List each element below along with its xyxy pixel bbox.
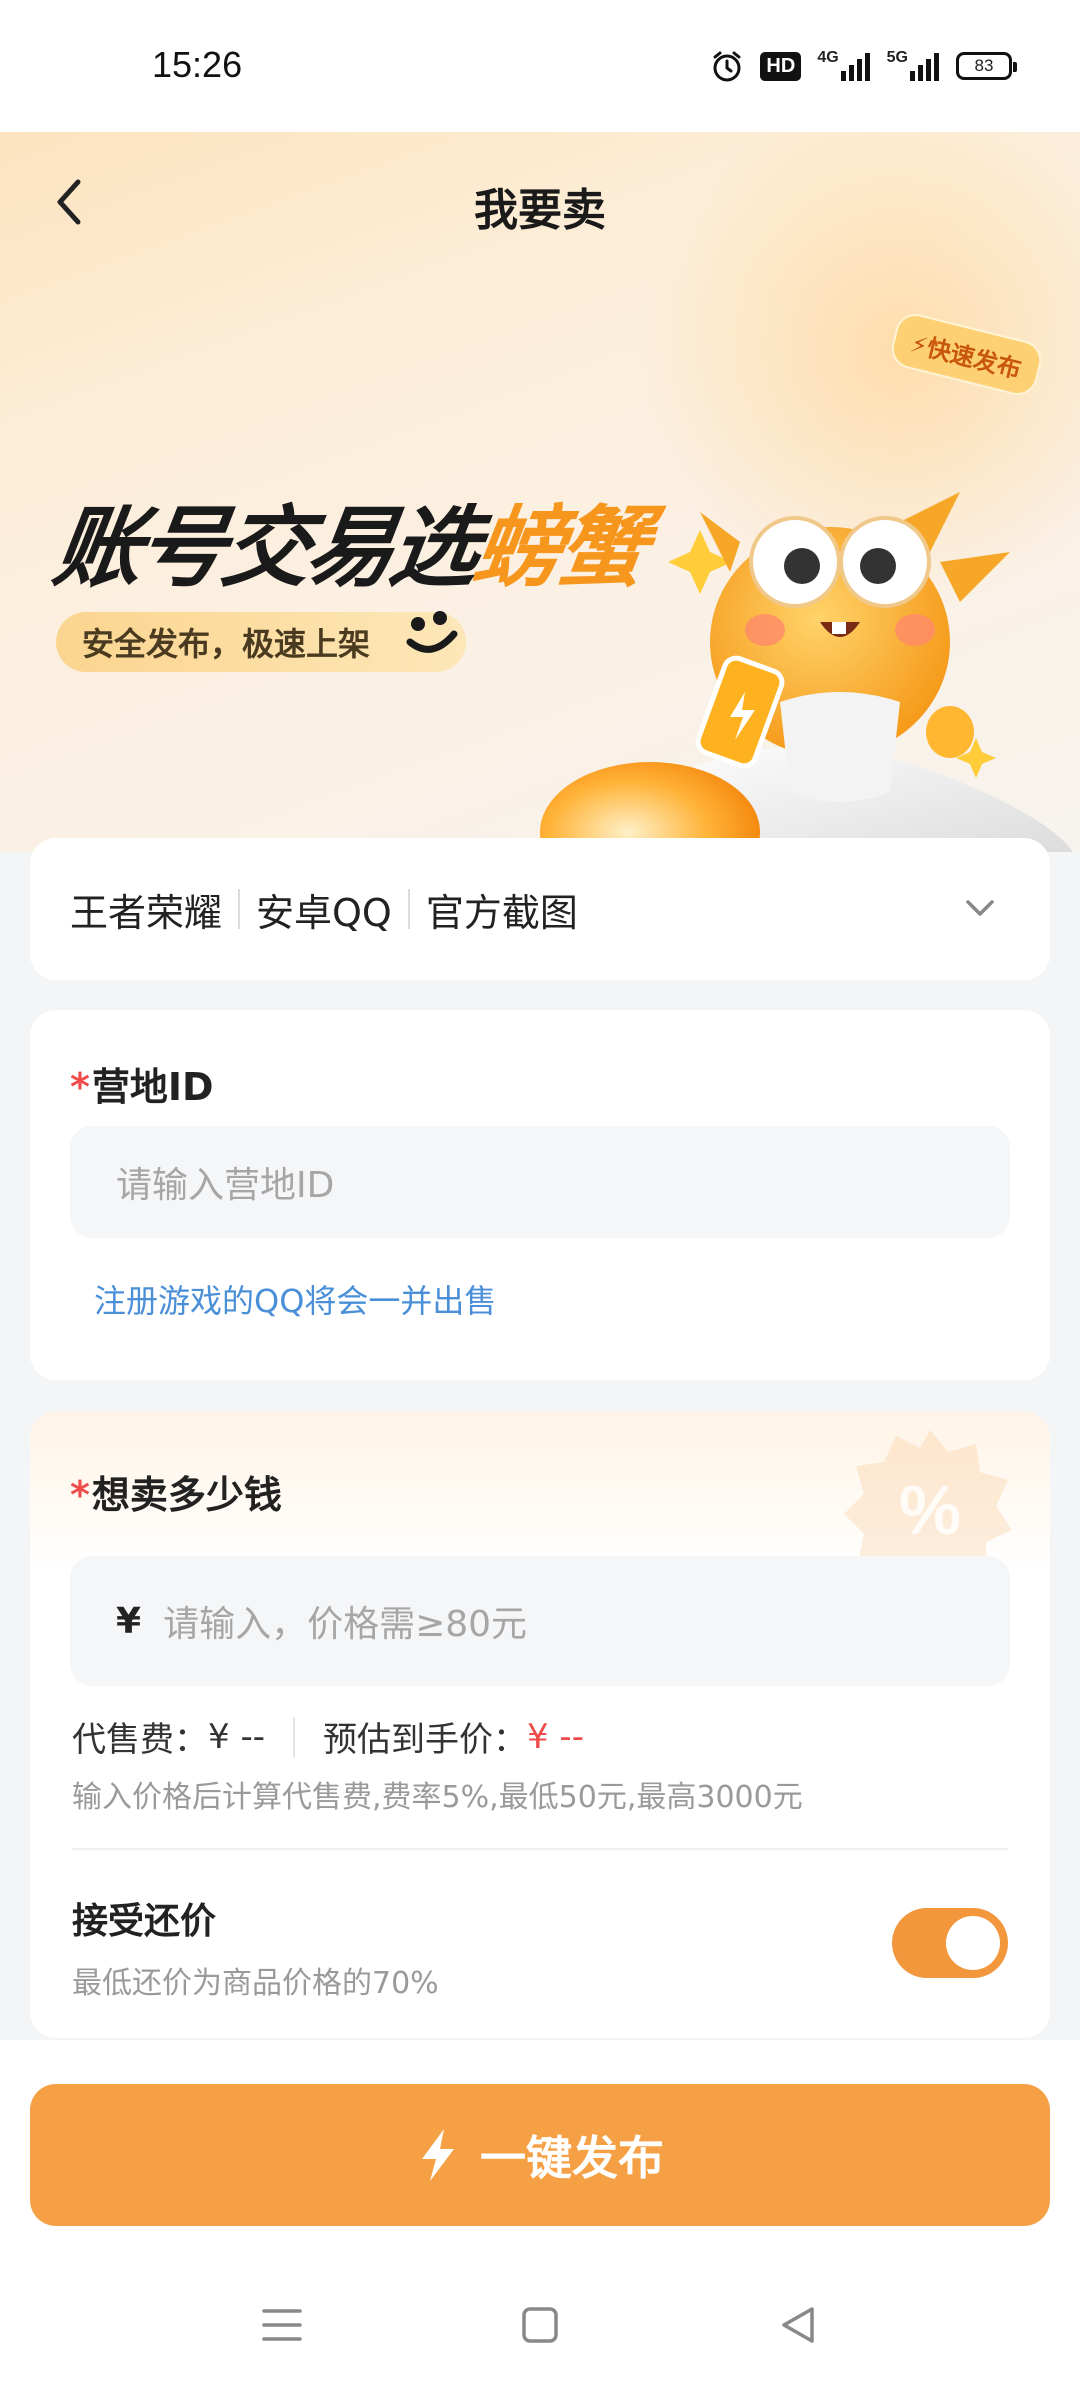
fee-value: ¥ -- [208, 1716, 265, 1757]
tagline-text: 安全发布，极速上架 [82, 625, 371, 663]
publish-button[interactable]: 一键发布 [30, 2084, 1050, 2226]
menu-icon [262, 2309, 302, 2341]
divider [238, 889, 241, 929]
battery-icon: 83 [956, 46, 1017, 86]
receive-label: 预估到手价： [322, 1720, 527, 1760]
price-placeholder: 请输入，价格需≥80元 [163, 1604, 528, 1645]
status-time: 15:26 [152, 44, 243, 85]
divider [72, 1848, 1008, 1850]
banner-tagline: 安全发布，极速上架 [56, 611, 466, 672]
fee-rate-note: 输入价格后计算代售费,费率5%,最低50元,最高3000元 [72, 1780, 803, 1815]
game-platform-selector[interactable]: 王者荣耀 安卓QQ 官方截图 [30, 838, 1050, 980]
page-title: 我要卖 [474, 185, 606, 236]
back-triangle-icon [782, 2307, 814, 2343]
home-square-icon [522, 2307, 558, 2343]
menu-nav-button[interactable] [252, 2300, 312, 2350]
divider [292, 1716, 295, 1757]
svg-text:%: % [899, 1471, 961, 1549]
camp-id-input[interactable]: 请输入营地ID [70, 1126, 1010, 1238]
signal-5g-icon: 5G [887, 46, 940, 86]
qq-sold-together-hint[interactable]: 注册游戏的QQ将会一并出售 [94, 1276, 496, 1322]
lightning-icon [422, 2129, 454, 2181]
back-nav-button[interactable] [768, 2300, 828, 2350]
fee-label: 代售费： [72, 1720, 208, 1760]
hero-banner: 我要卖 ⚡快速发布 账号交易选螃蟹 安全发布，极速上架 [0, 132, 1080, 852]
toggle-knob [946, 1916, 1000, 1970]
bottom-bar: 一键发布 [0, 2040, 1080, 2400]
required-mark: * [70, 1473, 90, 1517]
headline-accent: 螃蟹 [467, 496, 651, 599]
battery-level: 83 [956, 52, 1017, 80]
status-icons: HD 4G 5G 83 [710, 46, 1017, 86]
selector-platform: 安卓QQ [256, 890, 392, 935]
home-nav-button[interactable] [510, 2300, 570, 2350]
hd-icon: HD [760, 46, 802, 86]
fee-summary: 代售费： ¥ -- 预估到手价： ¥ -- [72, 1712, 584, 1761]
accept-counteroffer-label: 接受还价 [72, 1901, 217, 1942]
selector-proof-type: 官方截图 [425, 890, 578, 935]
currency-symbol: ¥ [116, 1600, 142, 1642]
camp-id-placeholder: 请输入营地ID [116, 1165, 335, 1206]
alarm-icon [710, 46, 744, 86]
smile-icon [406, 611, 458, 653]
accept-counteroffer-toggle[interactable] [892, 1908, 1008, 1978]
selector-game: 王者荣耀 [70, 890, 223, 935]
signal-4g-icon: 4G [817, 46, 870, 86]
banner-headline: 账号交易选螃蟹 [47, 477, 653, 604]
headline-main: 账号交易选 [47, 496, 483, 599]
price-input[interactable]: ¥ 请输入，价格需≥80元 [70, 1556, 1010, 1686]
receive-value: ¥ -- [526, 1716, 584, 1757]
accept-counteroffer-note: 最低还价为商品价格的70% [72, 1966, 439, 2001]
price-card: % *想卖多少钱 ¥ 请输入，价格需≥80元 代售费： ¥ -- 预估到手价： … [30, 1412, 1050, 2038]
camp-id-label: *营地ID [70, 1065, 214, 1109]
price-label: *想卖多少钱 [70, 1473, 282, 1517]
required-mark: * [70, 1065, 90, 1109]
status-bar: 15:26 HD 4G 5G 83 [0, 0, 1080, 132]
system-navigation-bar [0, 2290, 1080, 2360]
publish-label: 一键发布 [480, 2131, 664, 2185]
camp-id-card: *营地ID 请输入营地ID 注册游戏的QQ将会一并出售 [30, 1010, 1050, 1380]
divider [407, 889, 410, 929]
chevron-down-icon [966, 900, 994, 916]
